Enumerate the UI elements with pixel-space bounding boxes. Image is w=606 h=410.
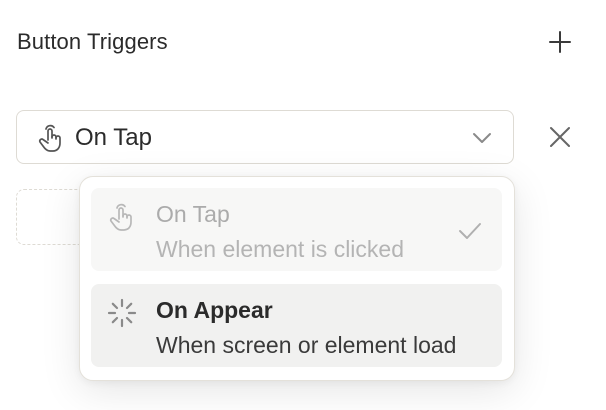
menu-item-title: On Appear bbox=[156, 297, 273, 323]
hand-tap-icon bbox=[38, 124, 61, 152]
menu-item-description: When element is clicked bbox=[156, 236, 404, 262]
menu-item-title: On Tap bbox=[156, 201, 230, 227]
add-trigger-button[interactable] bbox=[544, 26, 576, 58]
hand-tap-icon bbox=[109, 203, 132, 231]
remove-trigger-button[interactable] bbox=[545, 122, 575, 152]
trigger-dropdown-menu: On Tap When element is clicked On Appear… bbox=[79, 176, 515, 381]
close-icon bbox=[550, 127, 570, 147]
menu-item-on-tap[interactable]: On Tap When element is clicked bbox=[91, 188, 502, 271]
loading-spinner-icon bbox=[107, 298, 137, 328]
menu-item-description: When screen or element load bbox=[156, 332, 457, 358]
chevron-down-icon bbox=[473, 133, 491, 143]
checkmark-icon bbox=[459, 223, 481, 239]
menu-item-on-appear[interactable]: On Appear When screen or element load bbox=[91, 284, 502, 367]
plus-icon bbox=[549, 31, 571, 53]
section-title: Button Triggers bbox=[17, 29, 168, 54]
selected-trigger-label: On Tap bbox=[75, 124, 152, 151]
trigger-type-select[interactable]: On Tap bbox=[16, 110, 514, 164]
button-triggers-panel: Button Triggers On Tap On Tap When eleme… bbox=[0, 0, 606, 410]
